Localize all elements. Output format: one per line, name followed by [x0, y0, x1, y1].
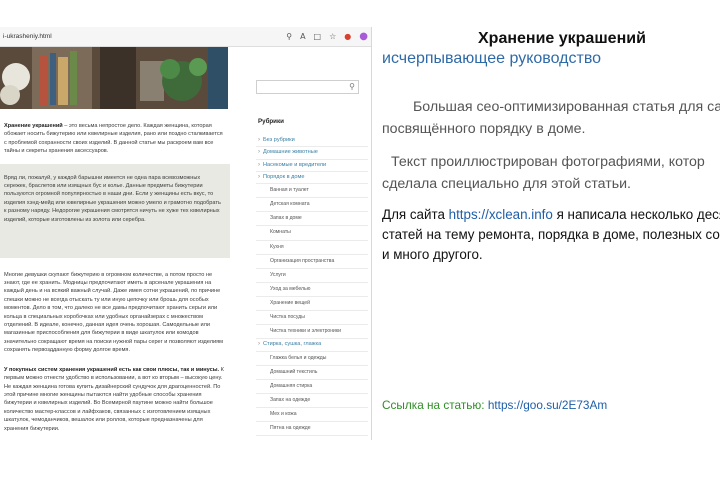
star-icon[interactable]: ☆: [329, 31, 336, 42]
paragraph-bold: У покупных систем хранения украшений ест…: [4, 366, 220, 373]
category-item[interactable]: › Без рубрики: [256, 135, 368, 148]
description-line: Для сайта https://xclean.info я написала…: [382, 205, 720, 225]
description-line: Текст проиллюстрирован фотографиями, кот…: [391, 154, 705, 170]
subcategory-item[interactable]: Глажка белья и одежды: [256, 352, 368, 366]
subcategory-item[interactable]: Детская комната: [256, 198, 368, 213]
description-line: посвящённого порядку в доме.: [382, 121, 586, 137]
category-label: Домашняя стирка: [270, 382, 313, 389]
category-label: Запах на одежде: [270, 396, 311, 403]
slide-title: Хранение украшений: [478, 30, 646, 47]
category-label: Кухня: [270, 243, 284, 250]
site-link[interactable]: https://xclean.info: [449, 207, 553, 222]
bookmark-icon[interactable]: □: [314, 31, 322, 42]
subcategory-item[interactable]: Запах на одежде: [256, 394, 368, 408]
slide-subtitle: исчерпывающее руководство: [382, 50, 602, 67]
reader-icon[interactable]: A: [300, 31, 305, 42]
category-item[interactable]: › Насекомые и вредители: [256, 160, 368, 172]
article-link-line: Ссылка на статью: https://goo.su/2E73Am: [382, 398, 607, 412]
category-item[interactable]: › Порядок в доме: [256, 172, 368, 185]
category-label: Порядок в доме: [263, 173, 305, 180]
chevron-right-icon: ›: [258, 173, 260, 180]
sidebar-search-input[interactable]: ⚲: [256, 80, 359, 94]
address-bar[interactable]: i-ukrasheniy.html: [3, 33, 52, 40]
extension-icon[interactable]: ●: [344, 31, 351, 42]
article-photo: [0, 47, 228, 109]
category-label: Домашний текстиль: [270, 368, 318, 375]
chevron-right-icon: ›: [258, 149, 260, 156]
sidebar: ⚲ Рубрики › Без рубрики › Домашние животные…: [256, 47, 368, 437]
description-line: статей на тему ремонта, порядка в доме, …: [382, 227, 720, 242]
description-paragraph-3: Для сайта https://xclean.info я написала…: [382, 205, 720, 265]
category-label: Чистка техники и электроники: [270, 328, 341, 335]
subcategory-item[interactable]: Хранение вещей: [256, 297, 368, 312]
description-paragraph-1: Большая сео-оптимизированная статья для …: [382, 96, 720, 140]
rubrics-heading: Рубрики: [258, 118, 284, 125]
chevron-right-icon: ›: [258, 137, 260, 143]
category-label: Чистка посуды: [270, 314, 305, 321]
description-paragraph-2: Текст проиллюстрирован фотографиями, кот…: [382, 151, 705, 195]
article-paragraph: Многие девушки скупают бижутерию в огром…: [4, 271, 223, 354]
subcategory-item[interactable]: Организация пространства: [256, 255, 368, 269]
article-link[interactable]: https://goo.su/2E73Am: [488, 398, 607, 412]
category-label: Насекомые и вредители: [263, 161, 327, 168]
subcategory-item[interactable]: Уход за мебелью: [256, 283, 368, 297]
category-label: Хранение вещей: [270, 299, 310, 306]
chevron-right-icon: ›: [258, 161, 260, 168]
chevron-right-icon: ›: [258, 341, 260, 348]
description-line: Большая сео-оптимизированная статья для …: [413, 99, 720, 115]
article-screenshot: i-ukrasheniy.html ⚲ A □ ☆ ● ● Хранение у…: [0, 27, 372, 440]
profile-icon[interactable]: ●: [359, 31, 368, 42]
subcategory-item[interactable]: Кухня: [256, 241, 368, 255]
slide-text: Хранение украшений исчерпывающее руковод…: [381, 0, 720, 480]
description-line: сделала специально для этой статьи.: [382, 176, 631, 192]
category-label: Услуги: [270, 271, 286, 278]
search-icon[interactable]: ⚲: [286, 31, 292, 42]
category-label: Комнаты: [270, 229, 291, 236]
article-paragraph-2: У покупных систем хранения украшений ест…: [0, 366, 230, 433]
search-icon[interactable]: ⚲: [349, 82, 355, 91]
description-text: Для сайта: [382, 207, 449, 222]
subcategory-item[interactable]: Услуги: [256, 269, 368, 283]
category-label: Глажка белья и одежды: [270, 354, 327, 361]
category-label: Уход за мебелью: [270, 285, 311, 292]
category-item[interactable]: › Стирка, сушка, глажка: [256, 339, 368, 352]
subcategory-item[interactable]: Чистка техники и электроники: [256, 325, 368, 340]
article-intro: Хранение украшений – это весьма непросто…: [0, 122, 230, 156]
category-label: Ванная и туалет: [270, 187, 309, 194]
category-label: Домашние животные: [263, 149, 318, 156]
category-label: Запах в доме: [270, 215, 302, 222]
subcategory-item[interactable]: Чистка посуды: [256, 311, 368, 326]
subcategory-item[interactable]: Домашний текстиль: [256, 366, 368, 380]
subcategory-item[interactable]: Мех и кожа: [256, 408, 368, 422]
category-label: Без рубрики: [263, 137, 295, 143]
category-label: Мех и кожа: [270, 410, 297, 417]
subcategory-item[interactable]: Ванная и туалет: [256, 184, 368, 199]
subcategory-item[interactable]: Пятна на одежде: [256, 422, 368, 437]
category-label: Стирка, сушка, глажка: [263, 341, 322, 348]
description-line: и много другого.: [382, 247, 483, 262]
category-item[interactable]: › Домашние животные: [256, 147, 368, 160]
browser-icons: ⚲ A □ ☆ ● ●: [286, 31, 368, 42]
paragraph-text: К первым можно отнести удобство в исполь…: [4, 366, 224, 432]
browser-toolbar: i-ukrasheniy.html ⚲ A □ ☆ ● ●: [0, 27, 371, 47]
category-label: Детская комната: [270, 201, 310, 208]
subcategory-item[interactable]: Домашняя стирка: [256, 380, 368, 394]
article-link-label: Ссылка на статью:: [382, 398, 488, 412]
subcategory-item[interactable]: Запах в доме: [256, 212, 368, 227]
category-label: Организация пространства: [270, 257, 335, 264]
article-body: Хранение украшений – это весьма непросто…: [0, 109, 230, 433]
article-quote: Вряд ли, пожалуй, у каждой барышни имеет…: [0, 163, 230, 258]
description-text: я написала несколько деся: [552, 207, 720, 222]
subcategory-item[interactable]: Комнаты: [256, 226, 368, 241]
intro-bold: Хранение украшений: [4, 123, 63, 129]
category-list: › Без рубрики › Домашние животные › Насекомые…: [256, 135, 368, 437]
category-label: Пятна на одежде: [270, 424, 311, 431]
